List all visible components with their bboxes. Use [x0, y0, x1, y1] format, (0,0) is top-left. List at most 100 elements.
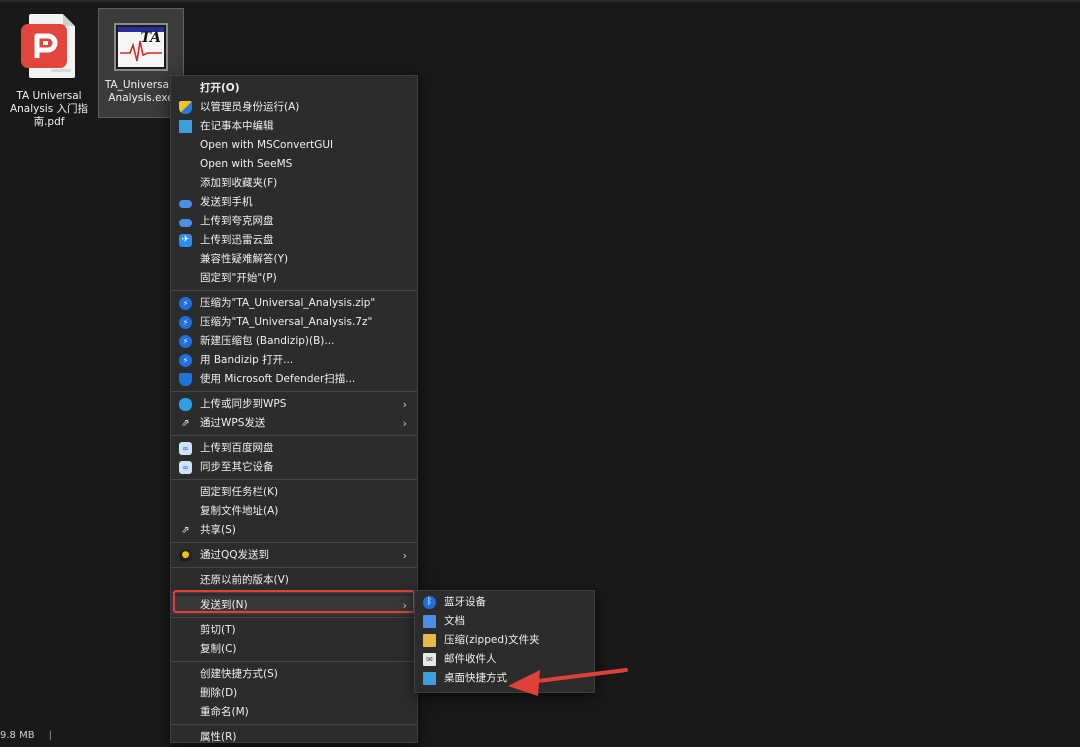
menu-item-label: 复制文件地址(A)	[200, 505, 279, 517]
menu-item[interactable]: ⚡ 用 Bandizip 打开...	[171, 351, 417, 370]
pdf-file-icon	[21, 14, 77, 80]
menu-item-label: 以管理员身份运行(A)	[200, 101, 300, 113]
menu-item-label: 桌面快捷方式	[444, 672, 507, 684]
bandizip-icon: ⚡	[179, 297, 192, 310]
menu-item-label: 发送到手机	[200, 196, 253, 208]
bandizip-icon: ⚡	[179, 354, 192, 367]
menu-item[interactable]: 还原以前的版本(V)	[171, 571, 417, 590]
chevron-right-icon: ›	[402, 549, 407, 562]
menu-item[interactable]: 添加到收藏夹(F)	[171, 174, 417, 193]
desktop-icon	[423, 672, 436, 685]
wps-cloud-icon	[179, 398, 192, 411]
menu-item[interactable]: 打开(O)	[171, 79, 417, 98]
share-icon: ⇗	[181, 418, 190, 429]
menu-item[interactable]: 兼容性疑难解答(Y)	[171, 250, 417, 269]
menu-item[interactable]: 上传或同步到WPS ›	[171, 395, 417, 414]
menu-item-label: 同步至其它设备	[200, 461, 274, 473]
menu-item[interactable]: 上传到夸克网盘	[171, 212, 417, 231]
menu-item[interactable]: 创建快捷方式(S)	[171, 665, 417, 684]
menu-item-label: 压缩为"TA_Universal_Analysis.zip"	[200, 297, 376, 309]
menu-item[interactable]: ⇗ 通过WPS发送 ›	[171, 414, 417, 433]
menu-item[interactable]: ⇗ 共享(S)	[171, 521, 417, 540]
baidu-icon: ∞	[179, 442, 192, 455]
uac-shield-icon	[179, 101, 192, 114]
menu-separator	[171, 479, 417, 480]
menu-item-label: Open with SeeMS	[200, 158, 293, 170]
menu-item-label: 复制(C)	[200, 643, 237, 655]
menu-separator	[171, 592, 417, 593]
menu-item[interactable]: ⚡ 压缩为"TA_Universal_Analysis.7z"	[171, 313, 417, 332]
menu-separator	[171, 435, 417, 436]
menu-item-label: 压缩为"TA_Universal_Analysis.7z"	[200, 316, 373, 328]
menu-item-label: 添加到收藏夹(F)	[200, 177, 278, 189]
menu-item-label: 使用 Microsoft Defender扫描...	[200, 373, 356, 385]
menu-separator	[171, 290, 417, 291]
menu-item[interactable]: 以管理员身份运行(A)	[171, 98, 417, 117]
menu-item[interactable]: 在记事本中编辑	[171, 117, 417, 136]
desktop-file-label: TA Universal Analysis 入门指南.pdf	[9, 90, 89, 128]
menu-item[interactable]: 复制(C)	[171, 640, 417, 659]
menu-item[interactable]: Open with MSConvertGUI	[171, 136, 417, 155]
menu-separator	[171, 391, 417, 392]
menu-item-label: 压缩(zipped)文件夹	[444, 634, 540, 646]
menu-item[interactable]: 复制文件地址(A)	[171, 502, 417, 521]
menu-item-label: 打开(O)	[200, 82, 240, 94]
menu-item[interactable]: 压缩(zipped)文件夹	[415, 631, 594, 650]
menu-item[interactable]: 使用 Microsoft Defender扫描...	[171, 370, 417, 389]
menu-item[interactable]: ᛒ 蓝牙设备	[415, 593, 594, 612]
bird-icon: ✈	[179, 234, 192, 247]
menu-item[interactable]: ● 通过QQ发送到 ›	[171, 546, 417, 565]
menu-separator	[171, 567, 417, 568]
menu-item[interactable]: 发送到(N) ›	[171, 596, 417, 615]
notepad-icon	[179, 120, 192, 133]
menu-item-label: 上传到百度网盘	[200, 442, 274, 454]
menu-item-label: 文档	[444, 615, 465, 627]
chevron-right-icon: ›	[402, 398, 407, 411]
menu-separator	[171, 542, 417, 543]
menu-item-label: 发送到(N)	[200, 599, 248, 611]
zip-folder-icon	[423, 634, 436, 647]
menu-item-label: 通过QQ发送到	[200, 549, 270, 561]
menu-item[interactable]: ∞ 上传到百度网盘	[171, 439, 417, 458]
menu-item-label: Open with MSConvertGUI	[200, 139, 334, 151]
status-separator: |	[48, 730, 52, 741]
menu-item[interactable]: ✈ 上传到迅雷云盘	[171, 231, 417, 250]
mail-icon: ✉	[423, 653, 436, 666]
menu-item-label: 共享(S)	[200, 524, 236, 536]
menu-item-label: 上传或同步到WPS	[200, 398, 287, 410]
menu-separator	[171, 661, 417, 662]
cloud-icon	[179, 196, 192, 209]
bandizip-icon: ⚡	[179, 316, 192, 329]
menu-item-label: 剪切(T)	[200, 624, 236, 636]
menu-item[interactable]: 属性(R)	[171, 728, 417, 747]
baidu-icon: ∞	[179, 461, 192, 474]
menu-item-label: 固定到任务栏(K)	[200, 486, 279, 498]
menu-item[interactable]: 文档	[415, 612, 594, 631]
documents-icon	[423, 615, 436, 628]
menu-item[interactable]: 重命名(M)	[171, 703, 417, 722]
chevron-right-icon: ›	[402, 417, 407, 430]
annotation-arrow-icon	[508, 668, 628, 696]
menu-item[interactable]: 发送到手机	[171, 193, 417, 212]
desktop-file-pdf[interactable]: TA Universal Analysis 入门指南.pdf	[4, 12, 94, 129]
menu-item[interactable]: ∞ 同步至其它设备	[171, 458, 417, 477]
menu-item[interactable]: ⚡ 新建压缩包 (Bandizip)(B)...	[171, 332, 417, 351]
cloud-icon	[179, 215, 192, 228]
menu-item-label: 兼容性疑难解答(Y)	[200, 253, 289, 265]
menu-item-label: 通过WPS发送	[200, 417, 266, 429]
menu-item-label: 还原以前的版本(V)	[200, 574, 289, 586]
menu-item-label: 属性(R)	[200, 731, 237, 743]
top-border	[0, 0, 1080, 2]
menu-item[interactable]: 剪切(T)	[171, 621, 417, 640]
bluetooth-icon: ᛒ	[423, 596, 436, 609]
menu-item-label: 重命名(M)	[200, 706, 249, 718]
menu-item[interactable]: 删除(D)	[171, 684, 417, 703]
menu-item[interactable]: Open with SeeMS	[171, 155, 417, 174]
menu-item[interactable]: 固定到任务栏(K)	[171, 483, 417, 502]
menu-item-label: 蓝牙设备	[444, 596, 486, 608]
menu-item[interactable]: 固定到"开始"(P)	[171, 269, 417, 288]
menu-item-label: 删除(D)	[200, 687, 238, 699]
bandizip-icon: ⚡	[179, 335, 192, 348]
menu-item[interactable]: ⚡ 压缩为"TA_Universal_Analysis.zip"	[171, 294, 417, 313]
menu-item-label: 上传到夸克网盘	[200, 215, 274, 227]
